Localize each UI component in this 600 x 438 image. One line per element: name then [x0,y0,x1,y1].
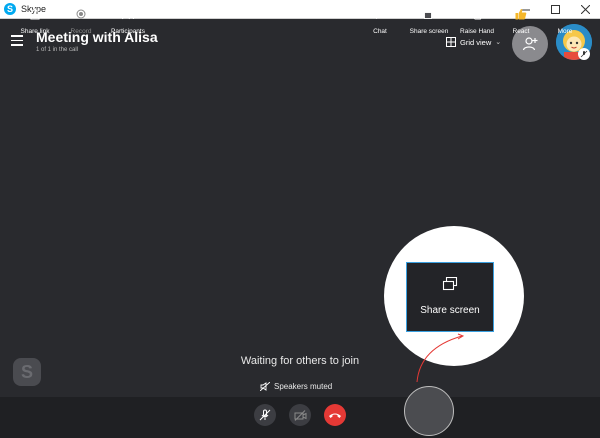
call-participant-count: 1 of 1 in the call [36,47,79,53]
participants-button[interactable]: Participants [108,0,148,41]
react-label: React [512,28,530,35]
share-link-label: Share link [20,28,50,35]
thumbs-up-icon [515,8,527,20]
participants-label: Participants [111,28,145,35]
camera-off-icon [294,409,306,421]
chevron-down-icon: ⌄ [495,39,502,46]
share-link-icon [30,8,40,20]
record-button[interactable]: Record [66,0,96,41]
camera-toggle-button[interactable] [289,404,311,426]
microphone-toggle-button[interactable] [254,404,276,426]
more-label: More [557,28,573,35]
react-button[interactable]: React [509,0,533,41]
speaker-muted-icon [260,382,270,391]
more-dots-icon [559,12,571,16]
close-icon [580,4,590,14]
record-icon [76,9,86,19]
more-button[interactable]: More [553,0,577,41]
participants-icon [122,9,134,19]
muted-mic-badge-icon [578,48,590,60]
end-call-button[interactable] [324,404,346,426]
waiting-message: Waiting for others to join [240,355,360,367]
share-screen-icon [423,9,435,19]
chat-button[interactable]: Chat [369,0,391,41]
share-screen-button[interactable]: Share screen [408,0,450,41]
end-call-icon [329,413,341,418]
chat-icon [375,9,385,19]
speakers-muted-label: Speakers muted [274,382,333,391]
share-screen-callout: Share screen [406,262,494,332]
record-label: Record [70,28,92,35]
raise-hand-button[interactable]: Raise Hand [458,0,496,41]
share-screen-callout-label: Share screen [420,305,480,316]
speakers-muted-indicator: Speakers muted [260,382,332,391]
skype-logo-icon: S [4,3,16,15]
share-screen-label: Share screen [409,28,449,35]
raise-hand-label: Raise Hand [460,28,494,35]
share-screen-icon [442,277,458,291]
microphone-muted-icon [259,409,271,421]
raise-hand-icon [472,8,483,20]
share-link-button[interactable]: Share link [17,0,53,41]
pointer-arrow [416,333,465,383]
chat-label: Chat [373,28,387,35]
share-screen-highlight-ring [404,386,454,436]
